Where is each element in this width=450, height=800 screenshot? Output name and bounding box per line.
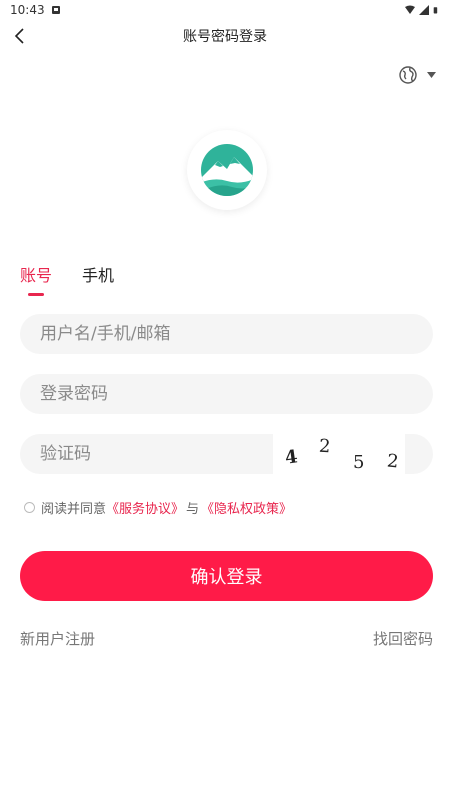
username-input[interactable] bbox=[40, 324, 413, 344]
app-logo bbox=[187, 130, 267, 210]
privacy-policy-link[interactable]: 《隐私权政策》 bbox=[201, 498, 292, 517]
login-tabs: 账号 手机 bbox=[20, 262, 114, 296]
agreement-joiner: 与 bbox=[186, 502, 200, 517]
status-left: 10:43 bbox=[10, 3, 61, 17]
bottom-links: 新用户注册 找回密码 bbox=[20, 628, 433, 649]
status-right bbox=[405, 5, 440, 15]
password-field bbox=[20, 374, 433, 414]
username-field bbox=[20, 314, 433, 354]
password-input[interactable] bbox=[40, 384, 413, 404]
captcha-char: 2 bbox=[318, 435, 332, 458]
status-bar: 10:43 bbox=[0, 0, 450, 20]
back-button[interactable] bbox=[8, 24, 32, 48]
battery-icon bbox=[433, 7, 438, 14]
dropdown-arrow-icon bbox=[427, 72, 436, 78]
language-switch[interactable] bbox=[399, 66, 436, 84]
agreement-radio[interactable] bbox=[24, 502, 35, 513]
captcha-char: 4 bbox=[283, 446, 299, 469]
forgot-password-link[interactable]: 找回密码 bbox=[373, 628, 433, 649]
captcha-input[interactable] bbox=[40, 444, 270, 464]
captcha-char: 2 bbox=[385, 450, 400, 473]
page-title: 账号密码登录 bbox=[183, 29, 267, 45]
agreement-row: 阅读并同意 《服务协议》 与 《隐私权政策》 bbox=[24, 498, 292, 517]
tab-account[interactable]: 账号 bbox=[20, 262, 52, 296]
confirm-login-button[interactable]: 确认登录 bbox=[20, 551, 433, 601]
register-link[interactable]: 新用户注册 bbox=[20, 628, 95, 649]
service-agreement-link[interactable]: 《服务协议》 bbox=[106, 498, 184, 517]
globe-icon bbox=[399, 66, 417, 84]
agreement-prefix: 阅读并同意 bbox=[41, 502, 107, 517]
notification-icon bbox=[51, 6, 60, 14]
chevron-left-icon bbox=[14, 28, 24, 44]
mountain-logo-icon bbox=[201, 144, 253, 196]
signal-icon bbox=[419, 5, 429, 15]
captcha-image[interactable]: 4 2 5 2 bbox=[273, 434, 405, 474]
tab-phone[interactable]: 手机 bbox=[82, 262, 114, 296]
status-time: 10:43 bbox=[10, 3, 45, 17]
wifi-icon bbox=[405, 5, 415, 14]
captcha-char: 5 bbox=[353, 452, 365, 473]
header: 账号密码登录 bbox=[0, 22, 450, 50]
captcha-field: 4 2 5 2 bbox=[20, 434, 433, 474]
